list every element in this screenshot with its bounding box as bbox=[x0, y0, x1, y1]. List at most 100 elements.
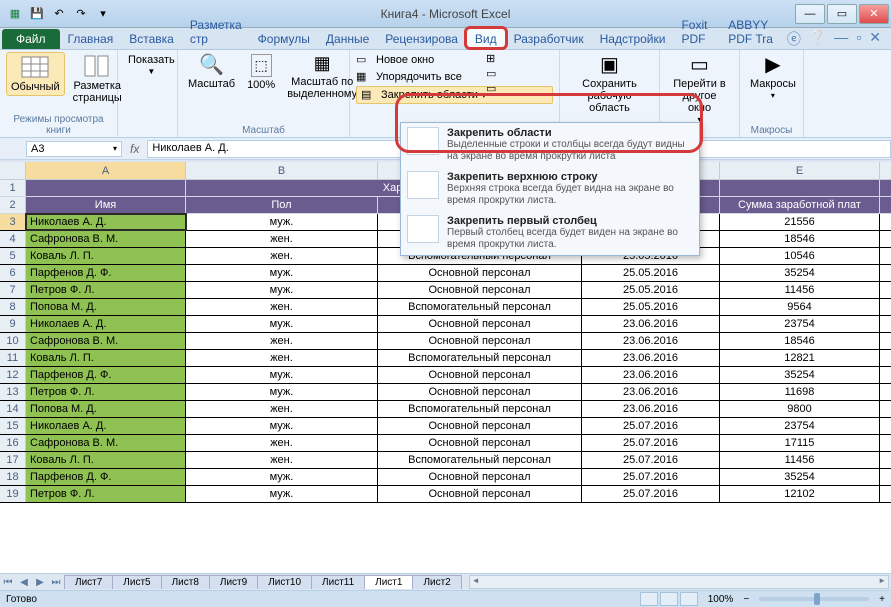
tab-data[interactable]: Данные bbox=[318, 29, 377, 49]
macros-button[interactable]: ▶ Макросы▾ bbox=[746, 52, 800, 103]
unhide-icon[interactable]: ▭ bbox=[486, 82, 496, 95]
row-header[interactable]: 15 bbox=[0, 418, 26, 434]
zoom-level[interactable]: 100% bbox=[708, 594, 734, 605]
tab-abbyy[interactable]: ABBYY PDF Tra bbox=[720, 15, 787, 49]
table-row[interactable]: 12Парфенов Д. Ф.муж.Основной персонал23.… bbox=[0, 367, 891, 384]
arrange-all-button[interactable]: ▦Упорядочить все bbox=[356, 69, 553, 85]
normal-view-icon[interactable] bbox=[640, 592, 658, 606]
sheet-tab[interactable]: Лист10 bbox=[257, 575, 312, 589]
table-row[interactable]: 16Сафронова В. М.жен.Основной персонал25… bbox=[0, 435, 891, 452]
table-row[interactable]: 14Попова М. Д.жен.Вспомогательный персон… bbox=[0, 401, 891, 418]
row-header[interactable]: 14 bbox=[0, 401, 26, 417]
freeze-top-row-option[interactable]: Закрепить верхнюю строкуВерхняя строка в… bbox=[401, 167, 699, 211]
tab-addins[interactable]: Надстройки bbox=[592, 29, 674, 49]
doc-min-icon[interactable]: — bbox=[834, 29, 848, 49]
row-header[interactable]: 12 bbox=[0, 367, 26, 383]
sheet-first-icon[interactable]: ⏮ bbox=[0, 577, 16, 588]
col-header-b[interactable]: B bbox=[186, 162, 378, 179]
split-icon[interactable]: ⊞ bbox=[486, 52, 496, 65]
save-button[interactable]: 💾 bbox=[28, 5, 46, 23]
excel-icon[interactable]: ▦ bbox=[6, 5, 24, 23]
sheet-last-icon[interactable]: ⏭ bbox=[48, 577, 64, 588]
name-box[interactable]: A3▾ bbox=[26, 141, 122, 157]
table-row[interactable]: 7Петров Ф. Л.муж.Основной персонал25.05.… bbox=[0, 282, 891, 299]
fx-icon[interactable]: fx bbox=[122, 142, 147, 156]
sheet-tab[interactable]: Лист1 bbox=[364, 575, 413, 589]
row-header[interactable]: 19 bbox=[0, 486, 26, 502]
minimize-ribbon-icon[interactable]: ⓔ bbox=[787, 29, 801, 49]
row-header[interactable]: 5 bbox=[0, 248, 26, 264]
row-header[interactable]: 18 bbox=[0, 469, 26, 485]
row-header[interactable]: 10 bbox=[0, 333, 26, 349]
new-window-button[interactable]: ▭Новое окно bbox=[356, 52, 553, 68]
sheet-tab[interactable]: Лист8 bbox=[161, 575, 210, 589]
table-row[interactable]: 17Коваль Л. П.жен.Вспомогательный персон… bbox=[0, 452, 891, 469]
row-header[interactable]: 4 bbox=[0, 231, 26, 247]
sheet-tab[interactable]: Лист5 bbox=[112, 575, 161, 589]
row-header[interactable]: 1 bbox=[0, 180, 26, 196]
table-row[interactable]: 15Николаев А. Д.муж.Основной персонал25.… bbox=[0, 418, 891, 435]
normal-view-button[interactable]: Обычный bbox=[6, 52, 65, 96]
row-header[interactable]: 3 bbox=[0, 214, 26, 230]
doc-max-icon[interactable]: ▫ bbox=[856, 29, 861, 49]
table-row[interactable]: 9Николаев А. Д.муж.Основной персонал23.0… bbox=[0, 316, 891, 333]
row-header[interactable]: 17 bbox=[0, 452, 26, 468]
sheet-prev-icon[interactable]: ◀ bbox=[16, 577, 32, 588]
zoom-in-button[interactable]: + bbox=[879, 594, 885, 605]
redo-button[interactable]: ↷ bbox=[72, 5, 90, 23]
sheet-tab[interactable]: Лист7 bbox=[64, 575, 113, 589]
tab-file[interactable]: Файл bbox=[2, 29, 60, 49]
row-header[interactable]: 2 bbox=[0, 197, 26, 213]
horizontal-scrollbar[interactable] bbox=[469, 575, 889, 589]
sheet-tab[interactable]: Лист2 bbox=[412, 575, 461, 589]
maximize-button[interactable]: ▭ bbox=[827, 4, 857, 24]
pagebreak-view-icon[interactable] bbox=[680, 592, 698, 606]
tab-home[interactable]: Главная bbox=[60, 29, 122, 49]
switch-windows-button[interactable]: ▭ Перейти в другое окно▾ bbox=[666, 52, 733, 127]
zoom-out-button[interactable]: − bbox=[743, 594, 749, 605]
row-header[interactable]: 7 bbox=[0, 282, 26, 298]
table-row[interactable]: 8Попова М. Д.жен.Вспомогательный персона… bbox=[0, 299, 891, 316]
table-row[interactable]: 11Коваль Л. П.жен.Вспомогательный персон… bbox=[0, 350, 891, 367]
col-header-e[interactable]: E bbox=[720, 162, 880, 179]
row-header[interactable]: 6 bbox=[0, 265, 26, 281]
row-header[interactable]: 11 bbox=[0, 350, 26, 366]
row-header[interactable]: 9 bbox=[0, 316, 26, 332]
tab-pagelayout[interactable]: Разметка стр bbox=[182, 15, 250, 49]
close-button[interactable]: ✕ bbox=[859, 4, 889, 24]
table-row[interactable]: 6Парфенов Д. Ф.муж.Основной персонал25.0… bbox=[0, 265, 891, 282]
select-all-corner[interactable] bbox=[0, 162, 26, 179]
tab-formulas[interactable]: Формулы bbox=[250, 29, 318, 49]
row-header[interactable]: 13 bbox=[0, 384, 26, 400]
doc-close-icon[interactable]: ✕ bbox=[869, 29, 881, 49]
zoom-100-button[interactable]: ⬚ 100% bbox=[243, 52, 279, 93]
col-header-a[interactable]: A bbox=[26, 162, 186, 179]
tab-developer[interactable]: Разработчик bbox=[506, 29, 592, 49]
table-row[interactable]: 19Петров Ф. Л.муж.Основной персонал25.07… bbox=[0, 486, 891, 503]
sheet-tab[interactable]: Лист11 bbox=[311, 575, 365, 589]
freeze-panes-option[interactable]: Закрепить областиВыделенные строки и сто… bbox=[401, 123, 699, 167]
undo-button[interactable]: ↶ bbox=[50, 5, 68, 23]
minimize-button[interactable]: — bbox=[795, 4, 825, 24]
hide-icon[interactable]: ▭ bbox=[486, 67, 496, 80]
freeze-first-col-option[interactable]: Закрепить первый столбецПервый столбец в… bbox=[401, 211, 699, 255]
tab-review[interactable]: Рецензирова bbox=[377, 29, 466, 49]
sheet-tab[interactable]: Лист9 bbox=[209, 575, 258, 589]
pagelayout-view-icon[interactable] bbox=[660, 592, 678, 606]
freeze-panes-button[interactable]: ▤Закрепить области▾ bbox=[356, 86, 553, 104]
zoom-button[interactable]: 🔍 Масштаб bbox=[184, 52, 239, 92]
tab-view[interactable]: Вид bbox=[466, 28, 506, 49]
sheet-next-icon[interactable]: ▶ bbox=[32, 577, 48, 588]
help-icon[interactable]: ❔ bbox=[809, 29, 826, 49]
row-header[interactable]: 16 bbox=[0, 435, 26, 451]
row-header[interactable]: 8 bbox=[0, 299, 26, 315]
save-workspace-button[interactable]: ▣ Сохранить рабочую область bbox=[566, 52, 653, 116]
table-row[interactable]: 10Сафронова В. М.жен.Основной персонал23… bbox=[0, 333, 891, 350]
show-button[interactable]: Показать ▼ bbox=[124, 52, 179, 79]
zoom-slider[interactable] bbox=[759, 597, 869, 601]
tab-foxit[interactable]: Foxit PDF bbox=[673, 15, 720, 49]
tab-insert[interactable]: Вставка bbox=[121, 29, 182, 49]
qat-more[interactable]: ▾ bbox=[94, 5, 112, 23]
table-row[interactable]: 18Парфенов Д. Ф.муж.Основной персонал25.… bbox=[0, 469, 891, 486]
table-row[interactable]: 13Петров Ф. Л.муж.Основной персонал23.06… bbox=[0, 384, 891, 401]
